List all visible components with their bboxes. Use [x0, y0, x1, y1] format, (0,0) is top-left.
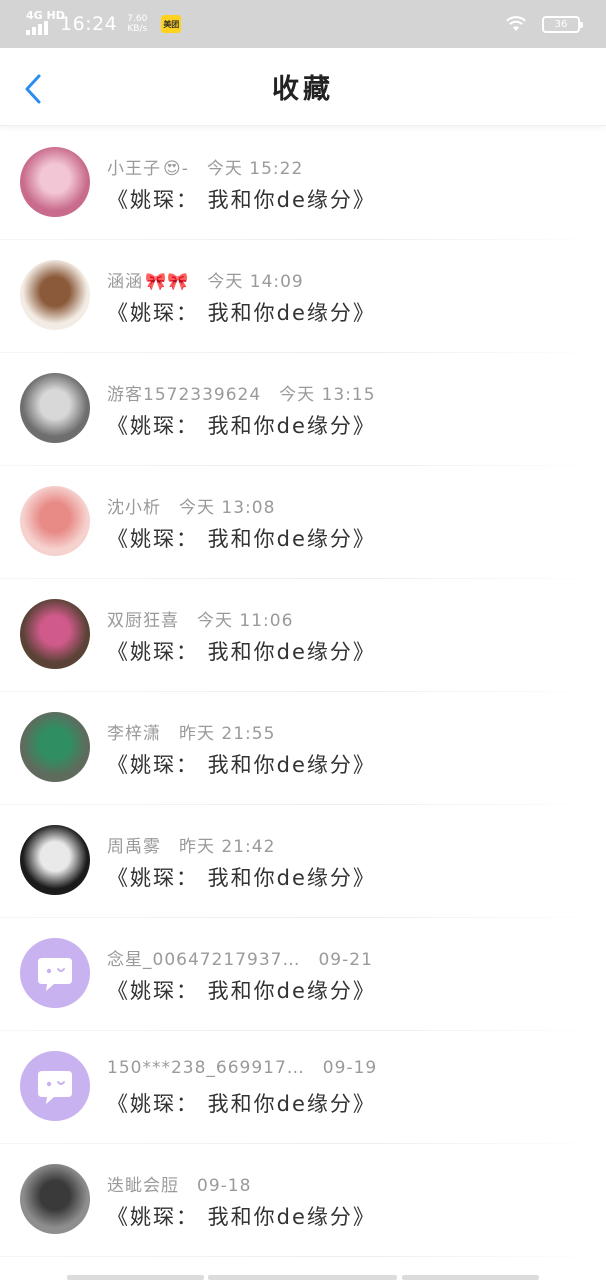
- item-title: 《姚琛： 我和你de缘分》: [107, 301, 376, 325]
- chevron-left-icon: [25, 74, 41, 104]
- item-meta: 沈小析 今天 13:08: [107, 493, 275, 518]
- avatar[interactable]: [20, 486, 90, 556]
- list-item[interactable]: 150***238_669917… 09-19 《姚琛： 我和你de缘分》: [0, 1031, 606, 1144]
- wifi-icon: [506, 16, 526, 31]
- item-meta: 迭眦会脰 09-18: [107, 1171, 251, 1196]
- list-item[interactable]: 李梓潇 昨天 21:55 《姚琛： 我和你de缘分》: [0, 692, 606, 805]
- username: 李梓潇: [107, 724, 161, 744]
- list-item[interactable]: 小王子 😍- 今天 15:22 《姚琛： 我和你de缘分》: [0, 127, 606, 240]
- item-meta: 小王子 😍- 今天 15:22: [107, 154, 303, 179]
- item-title: 《姚琛： 我和你de缘分》: [107, 753, 376, 777]
- item-title: 《姚琛： 我和你de缘分》: [107, 1092, 376, 1116]
- avatar[interactable]: [20, 938, 90, 1008]
- avatar[interactable]: [20, 712, 90, 782]
- network-type: 4G HD: [26, 9, 65, 22]
- avatar[interactable]: [20, 1051, 90, 1121]
- timestamp: 今天 13:08: [179, 498, 276, 518]
- item-title: 《姚琛： 我和你de缘分》: [107, 527, 376, 551]
- timestamp: 今天 14:09: [207, 272, 304, 292]
- item-title: 《姚琛： 我和你de缘分》: [107, 979, 376, 1003]
- username: 念星_00647217937…: [107, 950, 301, 970]
- app-notification-icon: 美团: [161, 15, 182, 33]
- item-meta: 双厨狂喜 今天 11:06: [107, 606, 293, 631]
- list-item[interactable]: 涵涵 🎀🎀 今天 14:09 《姚琛： 我和你de缘分》: [0, 240, 606, 353]
- status-bar: 4G HD 16:24 7.60 KB/s 美团 36: [0, 0, 606, 48]
- timestamp: 09-18: [197, 1176, 252, 1196]
- timestamp: 今天 15:22: [206, 159, 304, 179]
- username: 周禹雾: [107, 837, 161, 857]
- username-emoji: 😍: [163, 159, 182, 179]
- username: 沈小析: [107, 498, 161, 518]
- timestamp: 09-21: [318, 950, 373, 970]
- list-item[interactable]: 周禹雾 昨天 21:42 《姚琛： 我和你de缘分》: [0, 805, 606, 918]
- item-title: 《姚琛： 我和你de缘分》: [107, 640, 376, 664]
- item-meta: 李梓潇 昨天 21:55: [107, 719, 275, 744]
- item-meta: 150***238_669917… 09-19: [107, 1058, 377, 1078]
- list-item[interactable]: 念星_00647217937… 09-21 《姚琛： 我和你de缘分》: [0, 918, 606, 1031]
- username: 150***238_669917…: [107, 1058, 305, 1078]
- avatar[interactable]: [20, 599, 90, 669]
- chat-bubble-icon: [38, 1071, 72, 1104]
- list-item[interactable]: 沈小析 今天 13:08 《姚琛： 我和你de缘分》: [0, 466, 606, 579]
- username: 涵涵: [107, 272, 143, 292]
- signal-icon: 4G HD: [26, 9, 65, 35]
- list-item[interactable]: 游客1572339624 今天 13:15 《姚琛： 我和你de缘分》: [0, 353, 606, 466]
- avatar[interactable]: [20, 260, 90, 330]
- avatar[interactable]: [20, 373, 90, 443]
- item-meta: 游客1572339624 今天 13:15: [107, 380, 376, 405]
- scroll-hint: [208, 1275, 397, 1280]
- item-title: 《姚琛： 我和你de缘分》: [107, 1205, 376, 1229]
- list-item[interactable]: 迭眦会脰 09-18 《姚琛： 我和你de缘分》: [0, 1144, 606, 1257]
- chat-bubble-icon: [38, 958, 72, 991]
- timestamp: 今天 13:15: [279, 385, 376, 405]
- item-title: 《姚琛： 我和你de缘分》: [107, 414, 376, 438]
- timestamp: 今天 11:06: [197, 611, 294, 631]
- item-title: 《姚琛： 我和你de缘分》: [107, 866, 376, 890]
- avatar[interactable]: [20, 1164, 90, 1234]
- username-emoji: 🎀🎀: [145, 272, 190, 292]
- page-title: 收藏: [272, 74, 334, 105]
- clock: 16:24: [60, 13, 118, 35]
- item-title: 《姚琛： 我和你de缘分》: [107, 188, 376, 212]
- username: 小王子: [107, 159, 161, 179]
- item-meta: 涵涵 🎀🎀 今天 14:09: [107, 267, 304, 292]
- scroll-hint: [67, 1275, 204, 1280]
- item-meta: 周禹雾 昨天 21:42: [107, 832, 275, 857]
- timestamp: 昨天 21:42: [179, 837, 276, 857]
- battery-icon: 36: [542, 15, 583, 33]
- username: 迭眦会脰: [107, 1176, 179, 1196]
- item-meta: 念星_00647217937… 09-21: [107, 945, 373, 970]
- timestamp: 昨天 21:55: [179, 724, 276, 744]
- username: 游客1572339624: [107, 385, 262, 405]
- favorites-list: 小王子 😍- 今天 15:22 《姚琛： 我和你de缘分》 涵涵 🎀🎀 今天 14:09 《姚…: [0, 127, 606, 1257]
- list-item[interactable]: 双厨狂喜 今天 11:06 《姚琛： 我和你de缘分》: [0, 579, 606, 692]
- avatar[interactable]: [20, 825, 90, 895]
- timestamp: 09-19: [322, 1058, 378, 1078]
- network-speed: 7.60 KB/s: [127, 14, 148, 34]
- nav-bar: 收藏: [0, 48, 606, 126]
- username-suffix: -: [181, 159, 189, 179]
- back-button[interactable]: [18, 72, 48, 106]
- avatar[interactable]: [20, 147, 90, 217]
- scroll-hint: [402, 1275, 539, 1280]
- username: 双厨狂喜: [107, 611, 179, 631]
